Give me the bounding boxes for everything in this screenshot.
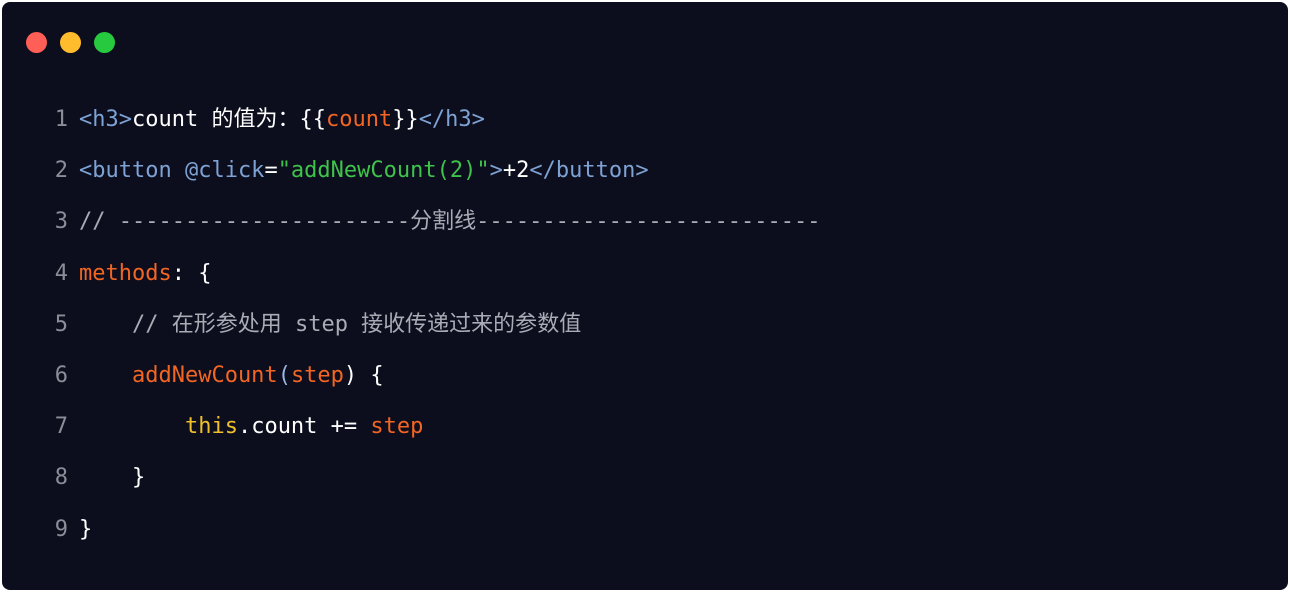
line-number: 1 <box>54 107 68 132</box>
line-content: addNewCount(step) { <box>79 350 384 401</box>
code-token-tag: </button> <box>529 158 649 184</box>
line-number: 9 <box>54 516 68 542</box>
line-number: 6 <box>54 362 68 388</box>
line-number: 7 <box>54 414 68 440</box>
code-token-tag: <h3> <box>79 107 132 132</box>
code-line: 1 <h3>count 的值为：{{count}}</h3> <box>2 94 1288 145</box>
code-line: 2 <button @click="addNewCount(2)">+2</but… <box>2 145 1288 196</box>
line-content: <h3>count 的值为：{{count}}</h3> <box>79 94 485 145</box>
code-token-var: count <box>325 107 393 132</box>
window-titlebar <box>2 2 1288 82</box>
line-number: 2 <box>54 158 68 184</box>
code-line: 3 // ----------------------分割线-----------… <box>2 196 1288 247</box>
code-block: 1 <h3>count 的值为：{{count}}</h3> 2 <button @c… <box>2 94 1288 555</box>
code-token-tag: </h3> <box>418 107 485 132</box>
code-line: 8 } <box>2 452 1288 503</box>
line-content: methods: { <box>79 248 211 299</box>
code-token-str: "addNewCount(2)" <box>277 158 490 184</box>
code-token-plain: }} <box>392 107 419 132</box>
code-token-plain: +2 <box>502 158 530 184</box>
code-token-comment: // ----------------------分割线------------… <box>79 209 821 235</box>
close-window-dot[interactable] <box>26 32 47 53</box>
minimize-window-dot[interactable] <box>60 32 81 53</box>
code-line: 7 this.count += step <box>2 401 1288 452</box>
code-line: 5 // 在形参处用 step 接收传递过来的参数值 <box>2 299 1288 350</box>
code-token-var: addNewCount <box>79 362 278 388</box>
code-token-plain: count 的值为：{{ <box>131 107 326 132</box>
line-number: 3 <box>54 209 68 235</box>
line-content: this.count += step <box>79 401 423 452</box>
code-line: 6 addNewCount(step) { <box>2 350 1288 401</box>
code-token-tag: <button @click <box>79 158 265 184</box>
code-line: 9} <box>2 504 1288 555</box>
code-token-plain: } <box>79 516 93 542</box>
line-content: // ----------------------分割线------------… <box>79 196 821 247</box>
code-token-punc: ( <box>277 362 291 388</box>
code-token-plain: ) { <box>343 362 384 388</box>
line-content: // 在形参处用 step 接收传递过来的参数值 <box>79 299 581 350</box>
line-number: 4 <box>54 260 68 286</box>
code-token-var: methods <box>79 260 172 286</box>
line-number: 5 <box>54 311 68 337</box>
line-content: } <box>79 504 92 555</box>
code-token-plain: .count += <box>237 414 371 440</box>
code-token-plain: : { <box>171 260 212 286</box>
line-number: 8 <box>54 465 68 491</box>
maximize-window-dot[interactable] <box>94 32 115 53</box>
code-token-plain: = <box>264 158 278 184</box>
code-token-tag: > <box>489 158 503 184</box>
code-window: 1 <h3>count 的值为：{{count}}</h3> 2 <button @c… <box>2 2 1288 590</box>
code-token-comment: // 在形参处用 step 接收传递过来的参数值 <box>79 311 582 337</box>
line-content: <button @click="addNewCount(2)">+2</butt… <box>79 145 649 196</box>
code-line: 4 methods: { <box>2 248 1288 299</box>
line-content: } <box>79 452 145 503</box>
code-token-plain: } <box>79 465 146 491</box>
code-token-var: step <box>290 362 344 388</box>
code-token-var: step <box>370 414 424 440</box>
code-token-kw: this <box>79 414 238 440</box>
